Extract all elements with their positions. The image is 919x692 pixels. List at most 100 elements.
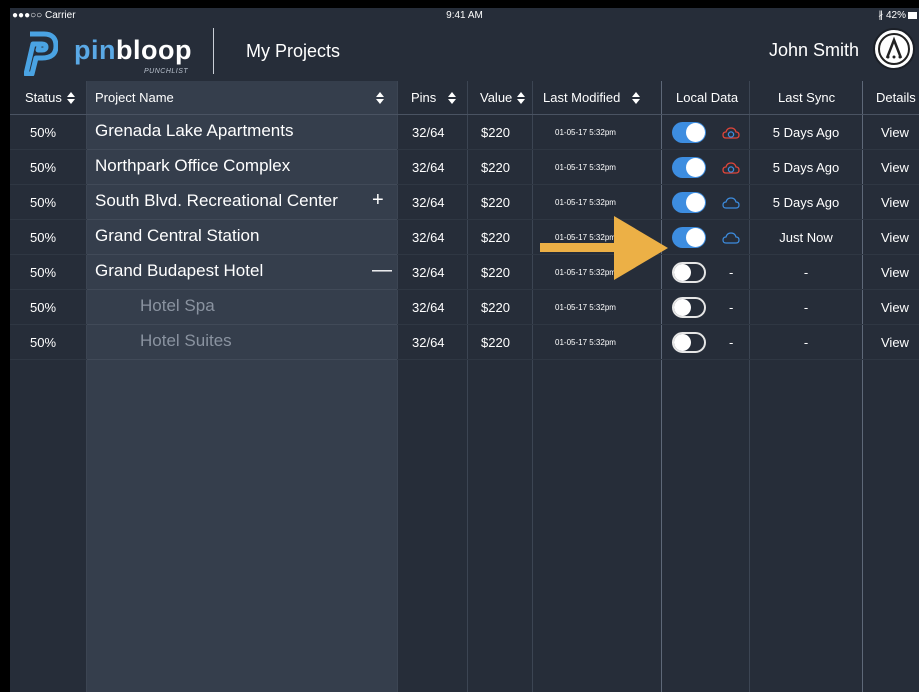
local-data-toggle[interactable] xyxy=(672,192,706,213)
user-name[interactable]: John Smith xyxy=(769,40,859,61)
view-details-link[interactable]: View xyxy=(881,255,909,290)
table-row[interactable]: 50% Hotel Spa 32/64 $220 01-05-17 5:32pm - - Vi… xyxy=(10,290,919,325)
pins-value: 32/64 xyxy=(412,265,445,280)
local-data-toggle[interactable] xyxy=(672,262,706,283)
avatar-logo-icon xyxy=(878,33,910,65)
value-amount: $220 xyxy=(481,335,510,350)
no-cloud-dash: - xyxy=(729,300,734,315)
local-data-toggle[interactable] xyxy=(672,157,706,178)
table-row[interactable]: 50% South Blvd. Recreational Center +32/64… xyxy=(10,185,919,220)
local-data-toggle[interactable] xyxy=(672,297,706,318)
local-data-toggle[interactable] xyxy=(672,332,706,353)
value-amount: $220 xyxy=(481,160,510,175)
last-sync-value: - xyxy=(803,265,809,280)
status-value: 50% xyxy=(30,195,57,210)
last-sync-value: - xyxy=(803,300,809,315)
status-value: 50% xyxy=(30,335,57,350)
logo-wordmark: pinbloop xyxy=(74,35,192,65)
table-row[interactable]: 50% Grand Central Station 32/64 $220 01-05-1… xyxy=(10,220,919,255)
view-details-link[interactable]: View xyxy=(881,185,909,220)
cloud-icon xyxy=(722,232,740,244)
no-cloud-dash: - xyxy=(729,265,734,280)
column-header-project-name[interactable]: Project Name xyxy=(95,81,385,114)
pins-value: 32/64 xyxy=(412,230,445,245)
last-sync-value: 5 Days Ago xyxy=(772,160,840,175)
view-details-link[interactable]: View xyxy=(881,325,909,360)
table-row[interactable]: 50% Northpark Office Complex 32/64 $220 01-0… xyxy=(10,150,919,185)
page-title: My Projects xyxy=(246,41,341,61)
pinbloop-logo[interactable]: pinbloop PUNCHLIST xyxy=(24,28,204,78)
column-header-status[interactable]: Status xyxy=(25,81,76,114)
no-cloud-dash: - xyxy=(729,335,734,350)
local-data-toggle[interactable] xyxy=(672,122,706,143)
pins-value: 32/64 xyxy=(412,300,445,315)
value-amount: $220 xyxy=(481,265,510,280)
last-sync-value: 5 Days Ago xyxy=(772,195,840,210)
column-header-pins[interactable]: Pins xyxy=(411,81,457,114)
last-modified-value: 01-05-17 5:32pm xyxy=(555,338,616,347)
header-divider xyxy=(213,28,214,74)
sort-icon xyxy=(632,92,641,104)
clock: 9:41 AM xyxy=(446,10,483,21)
project-name[interactable]: Hotel Suites xyxy=(140,325,232,360)
table-row[interactable]: 50% Hotel Suites 32/64 $220 01-05-17 5:32pm -… xyxy=(10,325,919,360)
cloud-icon xyxy=(722,197,740,209)
collapse-button[interactable]: — xyxy=(372,255,392,290)
view-details-link[interactable]: View xyxy=(881,290,909,325)
value-amount: $220 xyxy=(481,230,510,245)
status-bar: ●●●○○ Carrier 9:41 AM ∦ 42% xyxy=(10,8,919,24)
project-name[interactable]: Northpark Office Complex xyxy=(95,150,290,185)
pins-value: 32/64 xyxy=(412,125,445,140)
cloud-sync-icon xyxy=(722,162,740,174)
sort-icon xyxy=(66,92,76,104)
project-name[interactable]: Grenada Lake Apartments xyxy=(95,115,293,150)
sort-icon xyxy=(448,92,457,104)
table-row[interactable]: 50% Grand Budapest Hotel —32/64 $220 01-05-1… xyxy=(10,255,919,290)
status-value: 50% xyxy=(30,300,57,315)
view-details-link[interactable]: View xyxy=(881,150,909,185)
project-name[interactable]: Hotel Spa xyxy=(140,290,215,325)
cloud-sync-icon xyxy=(722,127,740,139)
avatar[interactable] xyxy=(873,28,915,70)
value-amount: $220 xyxy=(481,300,510,315)
last-modified-value: 01-05-17 5:32pm xyxy=(555,198,616,207)
local-data-toggle[interactable] xyxy=(672,227,706,248)
battery-icon xyxy=(908,12,917,19)
project-name[interactable]: Grand Central Station xyxy=(95,220,259,255)
status-value: 50% xyxy=(30,265,57,280)
view-details-link[interactable]: View xyxy=(881,220,909,255)
pins-value: 32/64 xyxy=(412,160,445,175)
column-header-value[interactable]: Value xyxy=(480,81,526,114)
app-screen: ●●●○○ Carrier 9:41 AM ∦ 42% pinbloop PUN… xyxy=(10,8,919,692)
logo-subtitle: PUNCHLIST xyxy=(144,68,189,75)
column-header-local-data: Local Data xyxy=(676,90,739,105)
status-value: 50% xyxy=(30,230,57,245)
last-sync-value: 5 Days Ago xyxy=(772,125,840,140)
last-sync-value: - xyxy=(803,335,809,350)
column-header-details: Details xyxy=(876,90,916,105)
app-header: pinbloop PUNCHLIST My Projects John Smit… xyxy=(10,24,919,81)
last-sync-value: Just Now xyxy=(779,230,833,245)
value-amount: $220 xyxy=(481,195,510,210)
arrow-annotation xyxy=(540,216,668,280)
expand-button[interactable]: + xyxy=(372,185,384,220)
sort-icon xyxy=(517,92,526,104)
battery-status: ∦ 42% xyxy=(878,10,917,21)
last-modified-value: 01-05-17 5:32pm xyxy=(555,163,616,172)
last-modified-value: 01-05-17 5:32pm xyxy=(555,128,616,137)
last-modified-value: 01-05-17 5:32pm xyxy=(555,303,616,312)
pin-logo-icon xyxy=(24,31,58,76)
sort-icon xyxy=(376,92,385,104)
status-value: 50% xyxy=(30,160,57,175)
project-name[interactable]: Grand Budapest Hotel xyxy=(95,255,263,290)
column-header-last-modified[interactable]: Last Modified xyxy=(543,81,641,114)
pins-value: 32/64 xyxy=(412,195,445,210)
value-amount: $220 xyxy=(481,125,510,140)
table-row[interactable]: 50% Grenada Lake Apartments 32/64 $220 01-05… xyxy=(10,115,919,150)
column-header-last-sync: Last Sync xyxy=(778,90,836,105)
pins-value: 32/64 xyxy=(412,335,445,350)
status-value: 50% xyxy=(30,125,57,140)
view-details-link[interactable]: View xyxy=(881,115,909,150)
project-name[interactable]: South Blvd. Recreational Center xyxy=(95,185,338,220)
table-header: Status Project Name Pins Value Last Modi… xyxy=(10,81,919,115)
